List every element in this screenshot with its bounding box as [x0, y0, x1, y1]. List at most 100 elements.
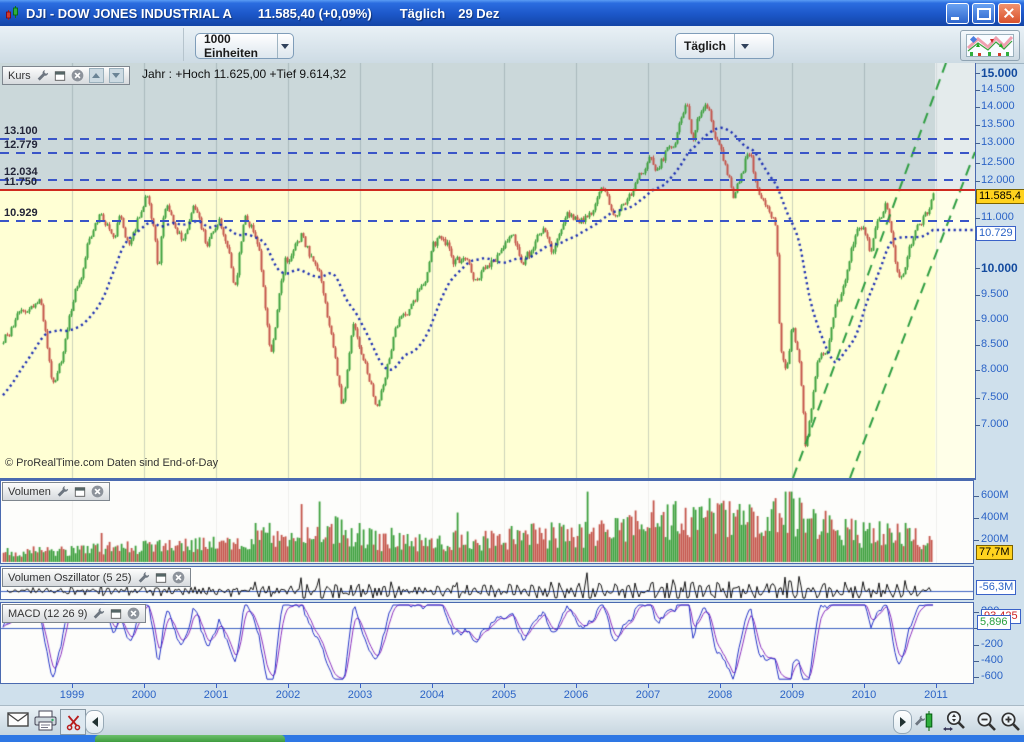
move-up-icon[interactable]	[89, 68, 104, 83]
price-axis-label: 13.000	[981, 136, 1015, 148]
year-label: 2009	[770, 689, 814, 701]
price-panel-title: Kurs	[8, 70, 31, 82]
wrench-icon[interactable]	[36, 69, 49, 82]
axis-tick	[975, 73, 980, 74]
oscillator-value-badge: -56,3M	[976, 580, 1016, 595]
close-icon[interactable]	[172, 571, 185, 584]
year-label: 2003	[338, 689, 382, 701]
close-icon[interactable]	[91, 485, 104, 498]
macd-panel-title: MACD (12 26 9)	[8, 608, 87, 620]
price-axis-label: 14.500	[981, 83, 1015, 95]
titlebar-period: Täglich	[400, 6, 446, 21]
volume-panel-header: Volumen	[2, 482, 110, 501]
wrench-icon[interactable]	[56, 485, 69, 498]
cut-icon[interactable]	[60, 709, 86, 735]
price-axis-label: 12.000	[981, 174, 1015, 186]
main-toolbar: 1000 Einheiten Täglich	[0, 26, 1024, 64]
macd-axis-label: -600	[981, 670, 1003, 682]
year-tick	[72, 684, 73, 688]
close-icon[interactable]	[71, 69, 84, 82]
year-label: 2002	[266, 689, 310, 701]
year-label: 2008	[698, 689, 742, 701]
macd-canvas[interactable]	[1, 603, 973, 683]
zoom-out-icon[interactable]	[975, 710, 998, 733]
price-axis-label: 7.000	[981, 418, 1009, 430]
zoom-in-icon[interactable]	[999, 710, 1022, 733]
axis-tick	[975, 107, 980, 108]
window-icon[interactable]	[54, 70, 66, 82]
chart-style-button[interactable]	[960, 30, 1020, 61]
price-axis-label: 14.000	[981, 100, 1015, 112]
print-icon[interactable]	[33, 710, 58, 731]
year-label: 2010	[842, 689, 886, 701]
axis-tick	[975, 320, 980, 321]
price-chart-panel: 13.10012.77912.03411.75010.929 Kurs Jahr…	[0, 63, 976, 480]
price-level-label: 13.100	[4, 125, 38, 137]
year-label: 2005	[482, 689, 526, 701]
axis-tick	[975, 370, 980, 371]
macd-axis-label: -400	[981, 654, 1003, 666]
volume-panel: Volumen	[0, 480, 974, 564]
macd-axis-label: -200	[981, 638, 1003, 650]
price-level-line	[0, 152, 975, 154]
close-button[interactable]	[998, 3, 1021, 24]
oscillator-panel-title: Volumen Oszillator (5 25)	[8, 572, 132, 584]
chart-settings-icon[interactable]	[914, 710, 937, 732]
moving-average-badge: 10.729	[976, 226, 1016, 241]
price-level-line	[0, 138, 975, 140]
wrench-icon[interactable]	[92, 607, 105, 620]
axis-tick	[974, 496, 979, 497]
window-icon[interactable]	[155, 572, 167, 584]
year-tick	[504, 684, 505, 688]
year-label: 2001	[194, 689, 238, 701]
window-icon[interactable]	[110, 608, 122, 620]
axis-tick	[975, 163, 980, 164]
wrench-icon[interactable]	[137, 571, 150, 584]
year-tick	[360, 684, 361, 688]
chart-style-icon	[966, 34, 1014, 57]
year-tick	[864, 684, 865, 688]
volume-axis-label: 400M	[981, 511, 1009, 523]
axis-tick	[975, 268, 980, 269]
year-high-low-info: Jahr : +Hoch 11.625,00 +Tief 9.614,32	[142, 67, 346, 81]
scroll-right-icon[interactable]	[893, 710, 912, 734]
year-tick	[144, 684, 145, 688]
volume-axis-label: 600M	[981, 489, 1009, 501]
year-label: 2006	[554, 689, 598, 701]
window-icon[interactable]	[74, 486, 86, 498]
price-level-label: 12.779	[4, 139, 38, 151]
year-tick	[432, 684, 433, 688]
price-axis-label: 15.000	[981, 66, 1018, 80]
maximize-button[interactable]	[972, 3, 995, 24]
close-icon[interactable]	[127, 607, 140, 620]
move-down-icon[interactable]	[109, 68, 124, 83]
chevron-down-icon	[734, 34, 755, 58]
volume-bars-canvas[interactable]	[1, 481, 973, 563]
year-tick	[216, 684, 217, 688]
minimize-button[interactable]	[946, 3, 969, 24]
titlebar-date: 29 Dez	[458, 6, 499, 21]
scroll-left-icon[interactable]	[85, 710, 104, 734]
axis-tick	[975, 345, 980, 346]
window-titlebar: DJI - DOW JONES INDUSTRIAL A 11.585,40 (…	[0, 0, 1024, 26]
email-icon[interactable]	[7, 711, 29, 728]
period-dropdown[interactable]: Täglich	[675, 33, 774, 59]
toolbar-separator	[183, 28, 184, 61]
macd-panel-header: MACD (12 26 9)	[2, 604, 146, 623]
year-label: 2011	[914, 689, 958, 701]
taskbar-strip	[0, 735, 1024, 742]
price-level-line	[0, 179, 975, 181]
application-window: DJI - DOW JONES INDUSTRIAL A 11.585,40 (…	[0, 0, 1024, 742]
axis-tick	[975, 295, 980, 296]
price-level-lines: 13.10012.77912.03411.75010.929	[0, 63, 975, 478]
price-axis-label: 10.000	[981, 261, 1018, 275]
price-axis-label: 8.000	[981, 363, 1009, 375]
price-level-label: 10.929	[4, 207, 38, 219]
units-dropdown[interactable]: 1000 Einheiten	[195, 33, 294, 59]
axis-tick	[974, 612, 979, 613]
axis-tick	[975, 143, 980, 144]
axis-tick	[975, 218, 980, 219]
price-axis-label: 8.500	[981, 338, 1009, 350]
pan-zoom-icon[interactable]	[941, 709, 969, 734]
price-panel-header: Kurs	[2, 66, 130, 85]
